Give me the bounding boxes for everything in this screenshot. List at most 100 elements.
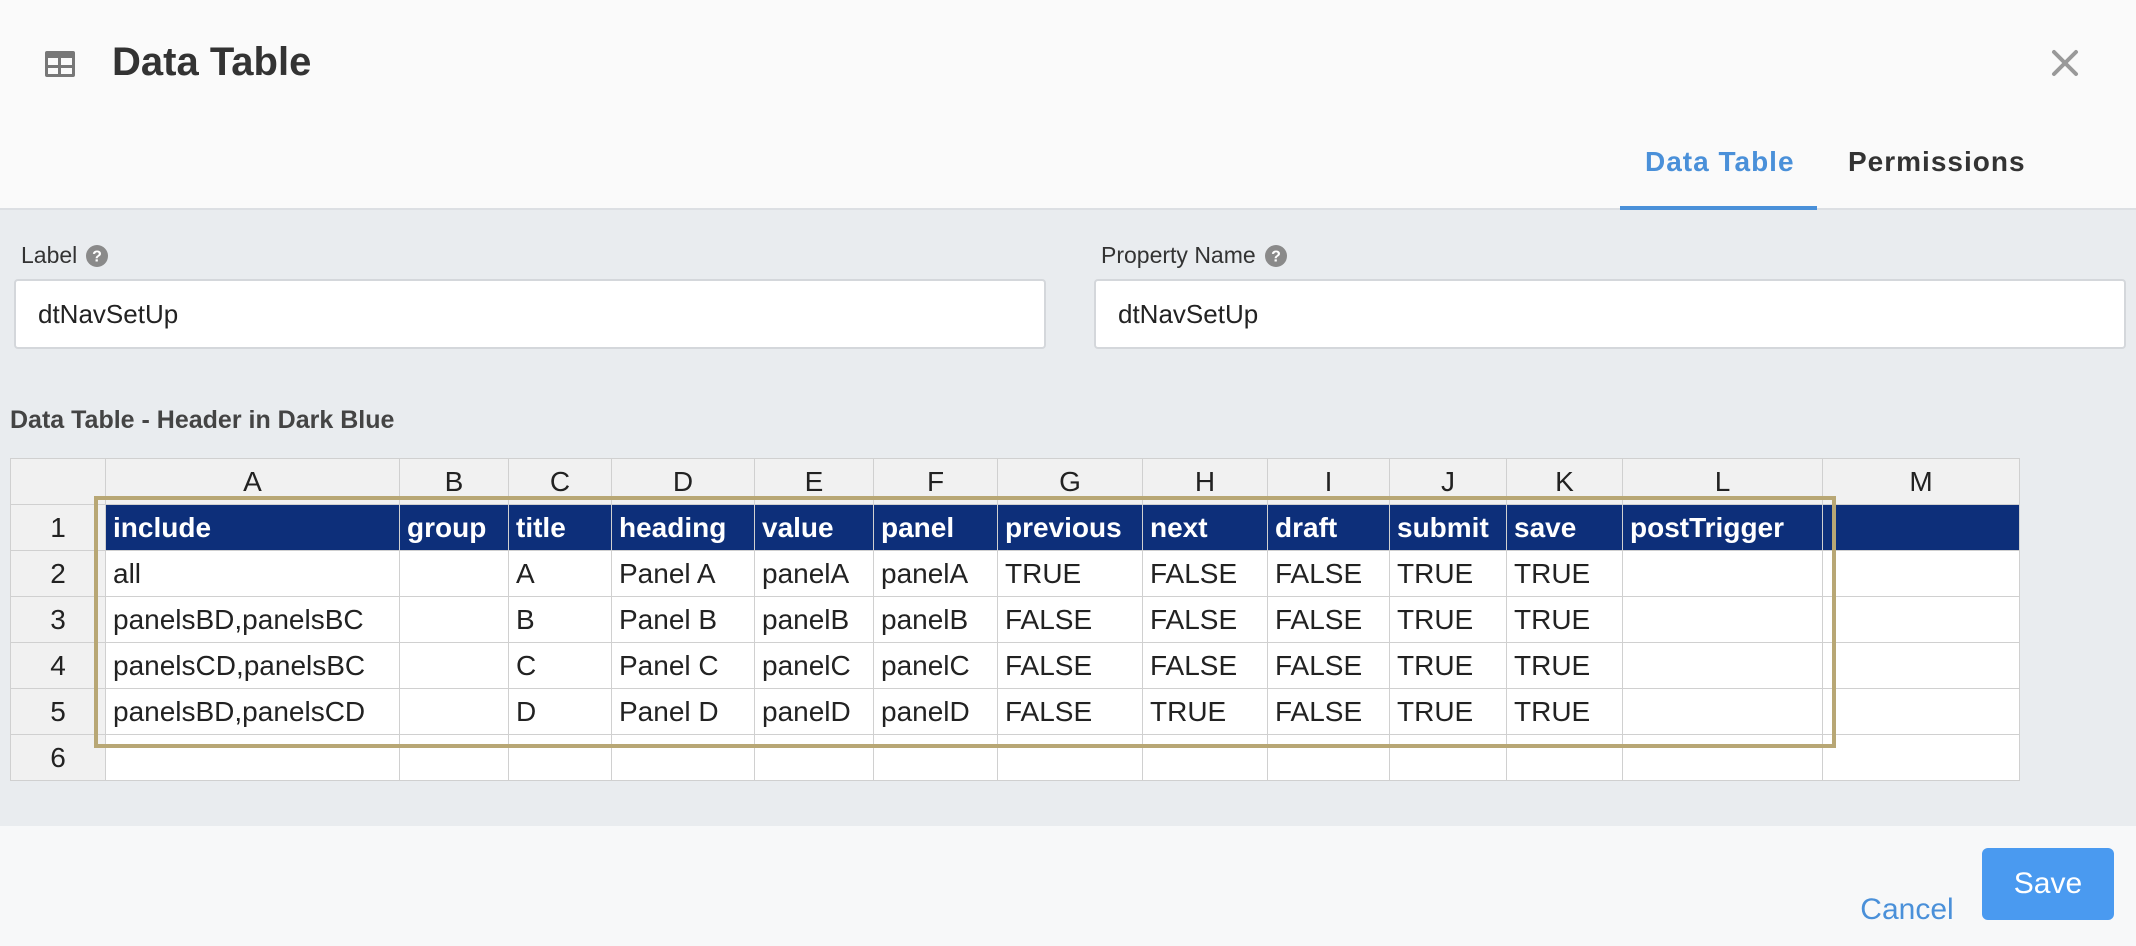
table-cell[interactable]: FALSE: [1142, 596, 1268, 643]
column-header[interactable]: G: [997, 458, 1143, 505]
save-button[interactable]: Save: [1982, 848, 2114, 920]
table-cell[interactable]: FALSE: [1142, 550, 1268, 597]
column-header[interactable]: A: [105, 458, 400, 505]
table-cell[interactable]: TRUE: [1506, 550, 1623, 597]
column-header[interactable]: K: [1506, 458, 1623, 505]
column-header[interactable]: I: [1267, 458, 1390, 505]
table-cell[interactable]: panelA: [754, 550, 874, 597]
tab-data-table[interactable]: Data Table: [1645, 146, 1795, 178]
table-cell[interactable]: Panel D: [611, 688, 755, 735]
table-cell[interactable]: [399, 642, 509, 689]
table-cell[interactable]: [105, 734, 400, 781]
tab-permissions[interactable]: Permissions: [1848, 146, 2026, 178]
table-cell[interactable]: Panel B: [611, 596, 755, 643]
table-cell[interactable]: [1822, 688, 2020, 735]
table-cell[interactable]: panelA: [873, 550, 998, 597]
table-cell[interactable]: C: [508, 642, 612, 689]
header-cell[interactable]: [1822, 504, 2020, 551]
help-icon[interactable]: ?: [85, 244, 109, 268]
table-cell[interactable]: panelB: [754, 596, 874, 643]
row-number[interactable]: 5: [10, 688, 106, 735]
row-number[interactable]: 1: [10, 504, 106, 551]
header-cell[interactable]: submit: [1389, 504, 1507, 551]
header-cell[interactable]: postTrigger: [1622, 504, 1823, 551]
table-cell[interactable]: TRUE: [1389, 596, 1507, 643]
header-cell[interactable]: panel: [873, 504, 998, 551]
table-cell[interactable]: [1822, 642, 2020, 689]
table-cell[interactable]: TRUE: [1506, 596, 1623, 643]
table-cell[interactable]: panelD: [873, 688, 998, 735]
header-cell[interactable]: draft: [1267, 504, 1390, 551]
header-cell[interactable]: heading: [611, 504, 755, 551]
column-header[interactable]: B: [399, 458, 509, 505]
table-cell[interactable]: Panel C: [611, 642, 755, 689]
table-cell[interactable]: panelsCD,panelsBC: [105, 642, 400, 689]
spreadsheet[interactable]: ABCDEFGHIJKLM 1 include group title heading v…: [10, 458, 2020, 781]
header-cell[interactable]: next: [1142, 504, 1268, 551]
table-cell[interactable]: FALSE: [997, 642, 1143, 689]
table-cell[interactable]: [611, 734, 755, 781]
table-cell[interactable]: [1622, 642, 1823, 689]
header-cell[interactable]: value: [754, 504, 874, 551]
cancel-button[interactable]: Cancel: [1838, 874, 1976, 946]
row-number[interactable]: 6: [10, 734, 106, 781]
header-cell[interactable]: title: [508, 504, 612, 551]
row-number[interactable]: 3: [10, 596, 106, 643]
table-cell[interactable]: panelC: [754, 642, 874, 689]
label-input[interactable]: [14, 279, 1046, 349]
table-cell[interactable]: panelB: [873, 596, 998, 643]
header-cell[interactable]: group: [399, 504, 509, 551]
table-cell[interactable]: [1622, 734, 1823, 781]
table-cell[interactable]: panelsBD,panelsCD: [105, 688, 400, 735]
table-cell[interactable]: [399, 734, 509, 781]
row-number[interactable]: 4: [10, 642, 106, 689]
table-cell[interactable]: FALSE: [997, 688, 1143, 735]
table-cell[interactable]: FALSE: [997, 596, 1143, 643]
column-header[interactable]: H: [1142, 458, 1268, 505]
table-cell[interactable]: panelC: [873, 642, 998, 689]
table-cell[interactable]: [399, 596, 509, 643]
row-number[interactable]: 2: [10, 550, 106, 597]
table-cell[interactable]: TRUE: [1506, 688, 1623, 735]
table-cell[interactable]: [1389, 734, 1507, 781]
table-cell[interactable]: Panel A: [611, 550, 755, 597]
table-cell[interactable]: [508, 734, 612, 781]
table-cell[interactable]: [1267, 734, 1390, 781]
table-cell[interactable]: TRUE: [1142, 688, 1268, 735]
table-cell[interactable]: FALSE: [1267, 688, 1390, 735]
table-cell[interactable]: TRUE: [1506, 642, 1623, 689]
table-cell[interactable]: all: [105, 550, 400, 597]
column-header[interactable]: D: [611, 458, 755, 505]
column-header[interactable]: M: [1822, 458, 2020, 505]
column-header[interactable]: F: [873, 458, 998, 505]
table-cell[interactable]: TRUE: [1389, 688, 1507, 735]
table-cell[interactable]: [1622, 596, 1823, 643]
header-cell[interactable]: save: [1506, 504, 1623, 551]
table-cell[interactable]: FALSE: [1267, 596, 1390, 643]
table-cell[interactable]: [399, 550, 509, 597]
table-cell[interactable]: FALSE: [1142, 642, 1268, 689]
table-cell[interactable]: A: [508, 550, 612, 597]
column-header[interactable]: J: [1389, 458, 1507, 505]
help-icon[interactable]: ?: [1264, 244, 1288, 268]
table-cell[interactable]: [1822, 596, 2020, 643]
table-cell[interactable]: [1822, 734, 2020, 781]
property-name-input[interactable]: [1094, 279, 2126, 349]
table-cell[interactable]: TRUE: [1389, 550, 1507, 597]
table-cell[interactable]: [399, 688, 509, 735]
column-header[interactable]: E: [754, 458, 874, 505]
table-cell[interactable]: [1622, 550, 1823, 597]
table-cell[interactable]: [997, 734, 1143, 781]
sheet-corner[interactable]: [10, 458, 106, 505]
table-cell[interactable]: [1622, 688, 1823, 735]
header-cell[interactable]: previous: [997, 504, 1143, 551]
table-cell[interactable]: FALSE: [1267, 550, 1390, 597]
close-icon[interactable]: [2048, 46, 2082, 80]
table-cell[interactable]: panelD: [754, 688, 874, 735]
table-cell[interactable]: [754, 734, 874, 781]
table-cell[interactable]: B: [508, 596, 612, 643]
column-header[interactable]: L: [1622, 458, 1823, 505]
table-cell[interactable]: TRUE: [1389, 642, 1507, 689]
table-cell[interactable]: [1822, 550, 2020, 597]
table-cell[interactable]: [873, 734, 998, 781]
